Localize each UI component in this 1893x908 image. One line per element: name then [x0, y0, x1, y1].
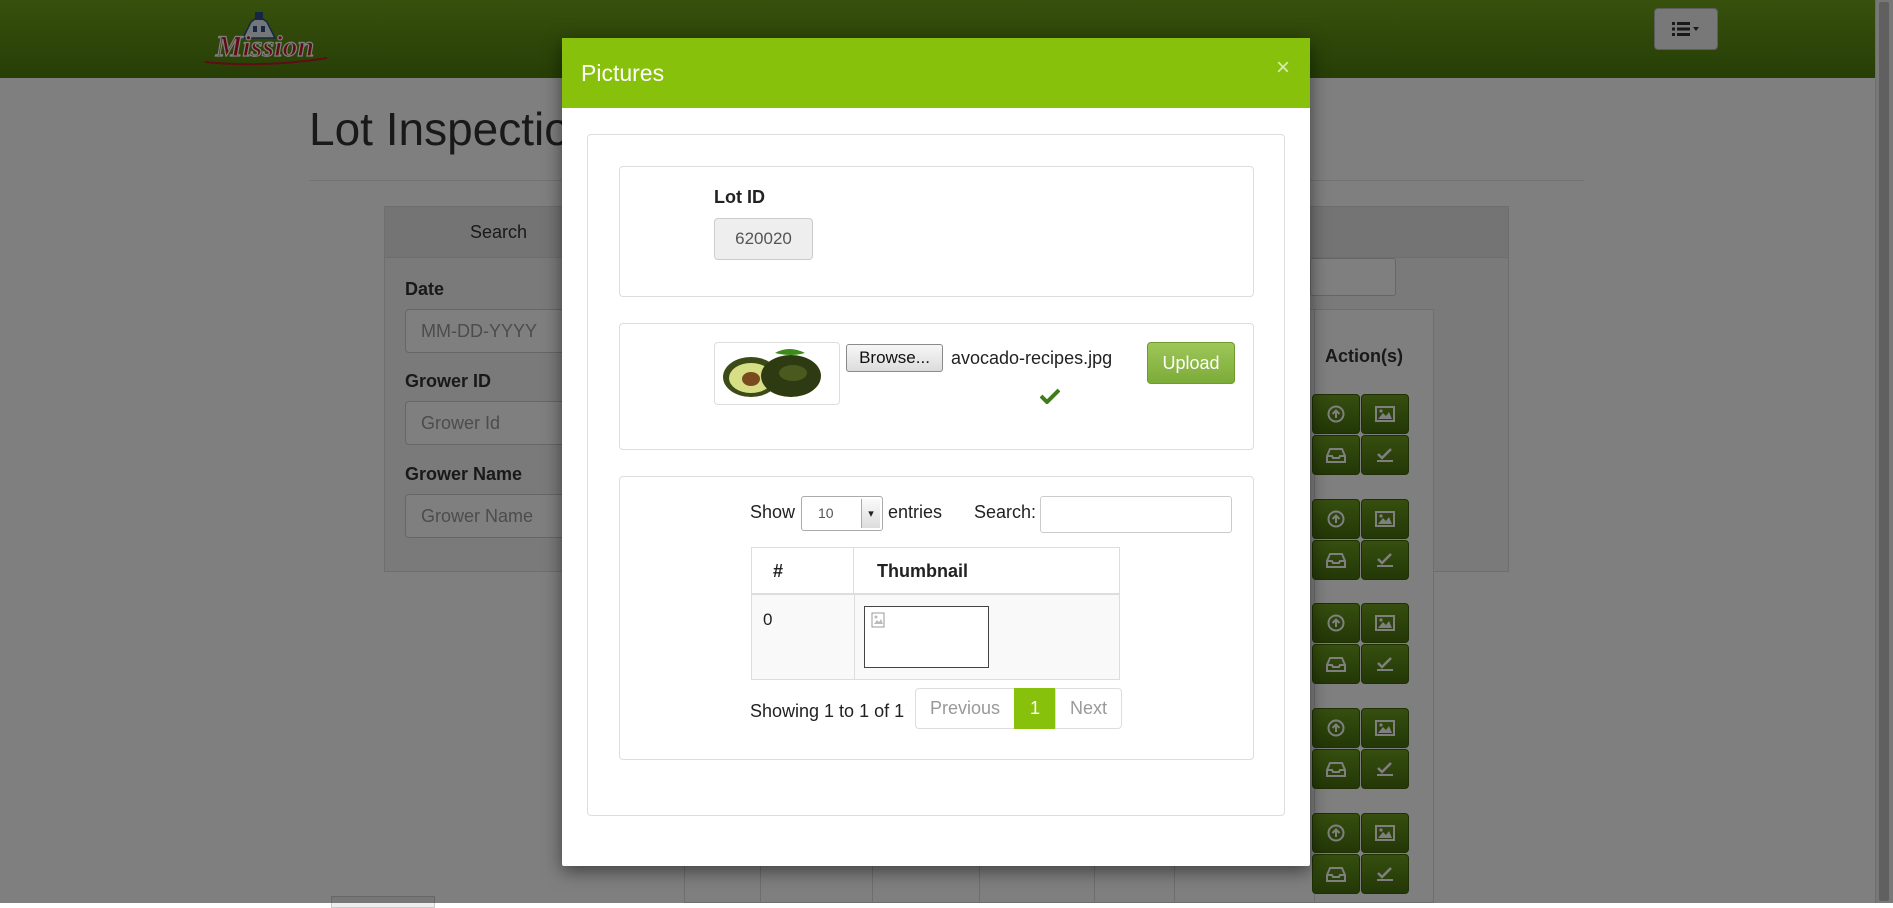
pictures-search-input[interactable] [1040, 496, 1232, 533]
column-header-num[interactable]: # [752, 548, 854, 595]
broken-image-icon [871, 612, 885, 628]
upload-button[interactable]: Upload [1147, 342, 1235, 384]
pictures-modal: Pictures × Lot ID 620020 Browse... avoca [562, 38, 1310, 866]
pagination-page-1[interactable]: 1 [1014, 688, 1056, 729]
pagination-next[interactable]: Next [1055, 688, 1122, 729]
show-label: Show [750, 502, 796, 522]
upload-panel: Browse... avocado-recipes.jpg Upload [619, 323, 1254, 450]
modal-body-panel: Lot ID 620020 Browse... avocado-recipes.… [587, 134, 1285, 816]
row-number: 0 [763, 610, 773, 629]
entries-value: 10 [818, 505, 834, 521]
dropdown-arrow-icon: ▾ [861, 499, 880, 528]
lot-id-panel: Lot ID 620020 [619, 166, 1254, 297]
pictures-table-panel: Show 10 ▾ entries Search: # Thumbnail 0 [619, 476, 1254, 760]
modal-header: Pictures × [562, 38, 1310, 108]
column-header-num-label: # [773, 561, 784, 581]
column-header-thumbnail[interactable]: Thumbnail [854, 548, 1119, 595]
pagination-previous[interactable]: Previous [915, 688, 1015, 729]
thumbnail-image[interactable] [864, 606, 989, 668]
browse-button[interactable]: Browse... [846, 344, 943, 372]
entries-label: entries [888, 502, 943, 522]
lot-id-label: Lot ID [714, 187, 765, 207]
search-label: Search: [974, 502, 1037, 522]
upload-preview-image [714, 342, 840, 405]
selected-file-name: avocado-recipes.jpg [951, 348, 1113, 368]
cell-divider [854, 595, 855, 679]
column-header-thumbnail-label: Thumbnail [877, 561, 968, 581]
table-info-text: Showing 1 to 1 of 1 entries [750, 701, 910, 721]
pagination: Previous 1 Next [915, 688, 1122, 729]
lot-id-field[interactable]: 620020 [714, 218, 813, 260]
modal-title: Pictures [581, 60, 665, 86]
checkmark-icon [1039, 384, 1061, 410]
close-icon[interactable]: × [1276, 54, 1290, 82]
pictures-table: # Thumbnail 0 [751, 547, 1120, 680]
entries-per-page-select[interactable]: 10 ▾ [801, 496, 883, 531]
